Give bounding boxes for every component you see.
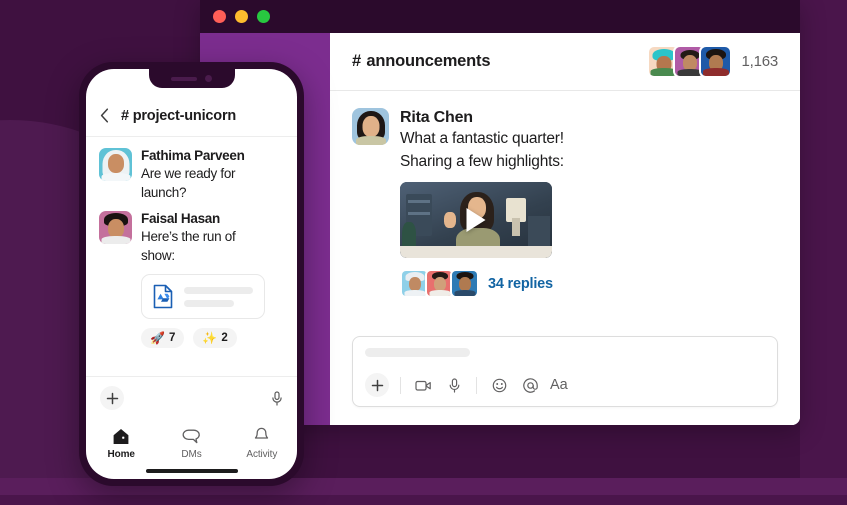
tab-label: Home (107, 449, 135, 460)
front-camera (205, 75, 212, 82)
avatar[interactable] (352, 108, 389, 145)
maximize-window-button[interactable] (257, 10, 270, 23)
add-attachment-button[interactable] (365, 373, 389, 397)
home-indicator (145, 469, 238, 473)
toolbar-divider-2 (476, 376, 477, 394)
sparkles-emoji-icon: ✨ (202, 331, 218, 345)
mobile-microphone-icon[interactable] (271, 390, 283, 406)
tab-label: Activity (246, 449, 278, 460)
file-name-placeholder (184, 286, 253, 294)
mobile-message-list: Fathima Parveen Are we ready for launch?… (86, 137, 297, 376)
channel-header-right: 1,163 (647, 45, 778, 78)
decorative-bottom-band-inner (0, 495, 847, 505)
play-icon[interactable] (466, 208, 486, 232)
tab-home[interactable]: Home (91, 426, 151, 460)
minimize-window-button[interactable] (235, 10, 248, 23)
hash-icon: # (352, 52, 361, 70)
mobile-message-line1: Here’s the run of (141, 229, 236, 244)
avatar[interactable] (99, 211, 132, 244)
close-window-button[interactable] (213, 10, 226, 23)
reaction-count: 2 (221, 332, 228, 344)
thread-replies[interactable]: 34 replies (400, 269, 778, 298)
home-icon (112, 426, 130, 446)
hash-icon: # (121, 107, 129, 124)
file-meta-skeleton (184, 286, 253, 307)
mobile-composer[interactable] (86, 376, 297, 419)
bell-icon (253, 426, 270, 446)
speaker-grille (171, 76, 197, 81)
emoji-button[interactable] (488, 374, 510, 396)
message-composer-wrap: Aa (330, 336, 800, 425)
tab-activity[interactable]: Activity (232, 426, 292, 460)
window-titlebar (200, 0, 800, 33)
mobile-message-item: Fathima Parveen Are we ready for launch? (99, 148, 284, 202)
mobile-message-content: Faisal Hasan Here’s the run of show: (141, 211, 284, 265)
mobile-message-author[interactable]: Faisal Hasan (141, 211, 284, 227)
composer-toolbar: Aa (365, 373, 765, 397)
phone-screen: # project-unicorn Fathima Parveen Are we… (86, 69, 297, 479)
reaction-count: 7 (168, 332, 176, 344)
file-attachment[interactable] (141, 274, 265, 319)
reply-avatar-stack[interactable] (400, 269, 479, 298)
phone-notch (148, 69, 235, 88)
rocket-emoji-icon: 🚀 (150, 331, 165, 345)
message-author[interactable]: Rita Chen (400, 108, 778, 127)
avatar[interactable] (99, 148, 132, 181)
message-reactions: 🚀 7 ✨ 2 (141, 328, 284, 348)
mobile-add-button[interactable] (100, 386, 124, 410)
composer-input[interactable] (365, 348, 470, 357)
mobile-tab-bar: Home DMs Activity (86, 419, 297, 469)
member-count[interactable]: 1,163 (741, 53, 778, 70)
message-composer[interactable]: Aa (352, 336, 778, 407)
reaction-sparkles[interactable]: ✨ 2 (193, 328, 237, 348)
mobile-channel-title[interactable]: # project-unicorn (121, 108, 236, 124)
google-drive-icon (153, 284, 173, 309)
formatting-button[interactable]: Aa (550, 377, 568, 393)
channel-name: announcements (361, 52, 491, 70)
file-size-placeholder (184, 299, 234, 307)
tab-label: DMs (181, 449, 202, 460)
channel-title[interactable]: # announcements (352, 52, 490, 71)
message-text-line1: What a fantastic quarter! (400, 130, 564, 147)
channel-header: # announcements 1,163 (330, 33, 800, 91)
channel-pane: # announcements 1,163 Rita Chen What a f… (330, 33, 800, 425)
replies-link[interactable]: 34 replies (488, 276, 553, 292)
mobile-message-content: Fathima Parveen Are we ready for launch? (141, 148, 284, 202)
member-avatar-stack[interactable] (647, 45, 733, 78)
message-content: Rita Chen What a fantastic quarter! Shar… (400, 108, 778, 298)
mobile-channel-name: project-unicorn (128, 107, 237, 124)
mobile-channel-header: # project-unicorn (86, 95, 297, 137)
message-list: Rita Chen What a fantastic quarter! Shar… (330, 91, 800, 336)
video-attachment[interactable] (400, 182, 552, 258)
dm-icon (181, 426, 201, 446)
member-avatar-3[interactable] (699, 45, 733, 78)
message-item: Rita Chen What a fantastic quarter! Shar… (352, 108, 778, 298)
mobile-message-line2: show: (141, 248, 175, 263)
mobile-message-line2: launch? (141, 185, 187, 200)
mention-button[interactable] (519, 374, 541, 396)
mobile-device-mockup: # project-unicorn Fathima Parveen Are we… (79, 62, 304, 486)
toolbar-divider (400, 376, 401, 394)
decorative-right-block (800, 0, 847, 505)
tab-dms[interactable]: DMs (161, 426, 221, 460)
video-clip-button[interactable] (412, 374, 434, 396)
audio-clip-button[interactable] (443, 374, 465, 396)
back-chevron-icon[interactable] (100, 108, 109, 123)
mobile-message-line1: Are we ready for (141, 166, 236, 181)
reply-avatar-3[interactable] (450, 269, 479, 298)
reaction-rocket[interactable]: 🚀 7 (141, 328, 185, 348)
message-text-line2: Sharing a few highlights: (400, 153, 564, 170)
mobile-message-author[interactable]: Fathima Parveen (141, 148, 284, 164)
mobile-message-item: Faisal Hasan Here’s the run of show: (99, 211, 284, 265)
